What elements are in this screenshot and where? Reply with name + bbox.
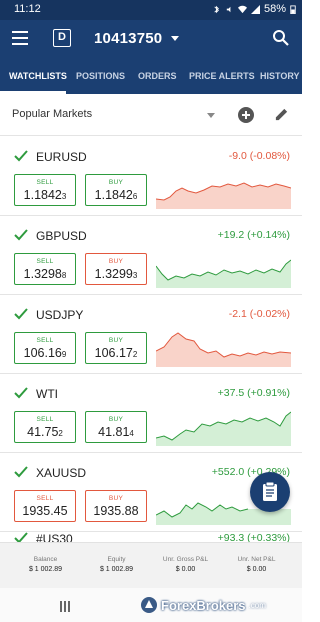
sell-price: 1.32988	[23, 267, 67, 281]
check-icon	[14, 466, 28, 478]
watchlist-name: Popular Markets	[12, 108, 93, 120]
sell-price: 1935.45	[22, 504, 68, 518]
check-icon	[14, 150, 28, 162]
summary-balance: Balance $ 1 002.89	[28, 556, 63, 573]
market-symbol: USDJPY	[36, 308, 84, 322]
mute-icon	[226, 6, 231, 12]
watermark-suffix: .com	[248, 600, 266, 610]
sparkline-chart	[156, 182, 291, 209]
wifi-icon	[237, 5, 247, 13]
sell-label: SELL	[36, 495, 54, 502]
sparkline-chart	[156, 259, 291, 288]
market-row[interactable]: GBPUSD +19.2 (+0.14%) SELL 1.32988 BUY 1…	[0, 216, 302, 295]
account-summary: Balance $ 1 002.89 Equity $ 1 002.89 Unr…	[0, 542, 302, 591]
sparkline-chart	[156, 411, 291, 446]
sell-button[interactable]: SELL 1935.45	[14, 490, 76, 522]
status-icons: 58%	[212, 3, 296, 15]
account-dropdown-icon[interactable]	[171, 36, 179, 41]
market-symbol: XAUUSD	[36, 466, 87, 480]
check-icon	[14, 229, 28, 241]
watermark: ForexBrokers .com	[140, 594, 266, 616]
market-change: +37.5 (+0.91%)	[217, 387, 290, 399]
buy-price: 1.32993	[94, 267, 138, 281]
market-row[interactable]: WTI +37.5 (+0.91%) SELL 41.752 BUY 41.81…	[0, 374, 302, 453]
app-bar: D 10413750	[0, 20, 302, 58]
buy-price: 106.172	[94, 346, 138, 360]
buy-button[interactable]: BUY 41.814	[85, 411, 147, 443]
watchlist-selector[interactable]: Popular Markets	[0, 94, 302, 136]
signal-icon	[250, 4, 260, 14]
recents-icon[interactable]	[60, 599, 72, 612]
chevron-down-icon[interactable]	[207, 113, 215, 118]
sell-button[interactable]: SELL 1.32988	[14, 253, 76, 285]
sell-button[interactable]: SELL 106.169	[14, 332, 76, 364]
buy-button[interactable]: BUY 106.172	[85, 332, 147, 364]
sell-label: SELL	[36, 337, 54, 344]
sell-label: SELL	[36, 258, 54, 265]
sell-button[interactable]: SELL 41.752	[14, 411, 76, 443]
edit-pencil-icon[interactable]	[274, 107, 289, 122]
market-change: +19.2 (+0.14%)	[217, 229, 290, 241]
summary-equity: Equity $ 1 002.89	[99, 556, 134, 573]
new-order-fab[interactable]	[250, 472, 290, 512]
watermark-name: ForexBrokers	[161, 597, 246, 613]
battery-text: 58%	[263, 3, 286, 15]
battery-icon	[290, 4, 296, 14]
sell-price: 106.169	[23, 346, 67, 360]
market-change: -9.0 (-0.08%)	[228, 150, 290, 162]
buy-button[interactable]: BUY 1.18426	[85, 174, 147, 206]
summary-unrealized-net: Unr. Net P&L $ 0.00	[237, 556, 276, 573]
sparkline-chart	[156, 332, 291, 367]
summary-unrealized-gross: Unr. Gross P&L $ 0.00	[162, 556, 209, 573]
sell-label: SELL	[36, 416, 54, 423]
status-time: 11:12	[14, 3, 41, 15]
forexbrokers-logo-icon	[141, 597, 157, 613]
buy-label: BUY	[108, 337, 124, 344]
buy-button[interactable]: BUY 1.32993	[85, 253, 147, 285]
market-row[interactable]: EURUSD -9.0 (-0.08%) SELL 1.18423 BUY 1.…	[0, 137, 302, 216]
add-market-icon[interactable]	[238, 107, 254, 123]
check-icon	[14, 387, 28, 399]
tab-history[interactable]: HISTORY	[260, 58, 300, 94]
market-symbol: EURUSD	[36, 150, 87, 164]
buy-price: 41.814	[98, 425, 134, 439]
tab-price-alerts[interactable]: PRICE ALERTS	[189, 58, 255, 94]
status-bar: 11:12 58%	[0, 0, 302, 20]
hamburger-icon[interactable]	[12, 31, 28, 45]
sell-button[interactable]: SELL 1.18423	[14, 174, 76, 206]
system-nav-bar: ForexBrokers .com	[0, 588, 302, 622]
buy-price: 1935.88	[93, 504, 139, 518]
buy-price: 1.18426	[94, 188, 138, 202]
sell-price: 1.18423	[23, 188, 67, 202]
tab-positions[interactable]: POSITIONS	[76, 58, 125, 94]
search-icon[interactable]	[272, 29, 290, 47]
market-symbol: GBPUSD	[36, 229, 87, 243]
buy-button[interactable]: BUY 1935.88	[85, 490, 147, 522]
buy-label: BUY	[108, 416, 124, 423]
account-number[interactable]: 10413750	[94, 30, 162, 47]
sell-price: 41.752	[27, 425, 63, 439]
buy-label: BUY	[108, 179, 124, 186]
tab-bar: WATCHLISTS POSITIONS ORDERS PRICE ALERTS…	[0, 58, 302, 94]
market-row[interactable]: USDJPY -2.1 (-0.02%) SELL 106.169 BUY 10…	[0, 295, 302, 374]
market-change: -2.1 (-0.02%)	[228, 308, 290, 320]
bluetooth-icon	[214, 5, 219, 13]
account-type-badge: D	[53, 29, 71, 47]
buy-label: BUY	[108, 495, 124, 502]
buy-label: BUY	[108, 258, 124, 265]
check-icon	[14, 308, 28, 320]
market-row[interactable]: #US30 +93.3 (+0.33%)	[0, 532, 302, 546]
tab-orders[interactable]: ORDERS	[138, 58, 177, 94]
sell-label: SELL	[36, 179, 54, 186]
market-symbol: WTI	[36, 387, 58, 401]
tab-watchlists[interactable]: WATCHLISTS	[9, 58, 67, 94]
